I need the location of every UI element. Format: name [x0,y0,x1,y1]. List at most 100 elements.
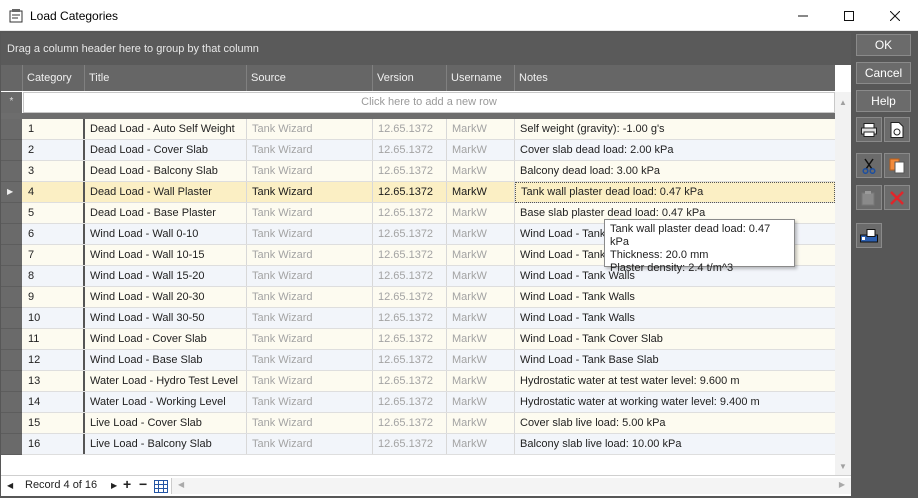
group-by-panel[interactable]: Drag a column header here to group by th… [1,33,851,65]
cell-username[interactable]: MarkW [447,434,515,454]
table-row[interactable]: 13 Water Load - Hydro Test Level Tank Wiza… [1,371,835,392]
cell-version[interactable]: 12.65.1372 [373,161,447,181]
table-row[interactable]: 14 Water Load - Working Level Tank Wizard 1… [1,392,835,413]
table-row[interactable]: 10 Wind Load - Wall 30-50 Tank Wizard 12.65… [1,308,835,329]
delete-button[interactable] [884,185,910,210]
prev-record-icon[interactable]: ◀ [7,481,13,490]
table-row[interactable]: 1 Dead Load - Auto Self Weight Tank Wizard… [1,119,835,140]
ok-button[interactable]: OK [856,34,911,56]
cell-version[interactable]: 12.65.1372 [373,140,447,160]
cell-username[interactable]: MarkW [447,224,515,244]
cell-version[interactable]: 12.65.1372 [373,434,447,454]
cell-category[interactable]: 9 [23,287,85,307]
cell-source[interactable]: Tank Wizard [247,434,373,454]
vertical-scrollbar[interactable]: ▲ ▼ [835,92,851,477]
cell-source[interactable]: Tank Wizard [247,119,373,139]
row-indicator[interactable] [1,203,22,224]
cell-version[interactable]: 12.65.1372 [373,308,447,328]
cell-version[interactable]: 12.65.1372 [373,287,447,307]
cell-title[interactable]: Dead Load - Wall Plaster [85,182,247,202]
maximize-button[interactable] [826,0,872,31]
cell-notes[interactable]: Balcony slab live load: 10.00 kPa [515,434,835,454]
cell-title[interactable]: Dead Load - Auto Self Weight [85,119,247,139]
table-row[interactable]: 16 Live Load - Balcony Slab Tank Wizard 12.… [1,434,835,455]
column-header-version[interactable]: Version [373,65,447,91]
cell-title[interactable]: Wind Load - Base Slab [85,350,247,370]
cell-category[interactable]: 11 [23,329,85,349]
column-header-username[interactable]: Username [447,65,515,91]
copy-button[interactable] [884,153,910,178]
cell-title[interactable]: Water Load - Hydro Test Level [85,371,247,391]
row-indicator[interactable] [1,371,22,392]
cell-category[interactable]: 1 [23,119,85,139]
row-indicator[interactable] [1,434,22,455]
cell-category[interactable]: 3 [23,161,85,181]
cell-source[interactable]: Tank Wizard [247,413,373,433]
table-row[interactable]: 11 Wind Load - Cover Slab Tank Wizard 12.65… [1,329,835,350]
cell-notes[interactable]: Wind Load - Tank Walls [515,308,835,328]
cell-source[interactable]: Tank Wizard [247,329,373,349]
new-row-prompt[interactable]: Click here to add a new row [23,92,835,113]
cell-notes[interactable]: Wind Load - Tank Base Slab [515,350,835,370]
cell-version[interactable]: 12.65.1372 [373,350,447,370]
cell-notes[interactable]: Wind Load - Tank Walls [515,287,835,307]
cell-title[interactable]: Wind Load - Wall 30-50 [85,308,247,328]
cell-title[interactable]: Wind Load - Wall 15-20 [85,266,247,286]
cell-notes[interactable]: Cover slab live load: 5.00 kPa [515,413,835,433]
column-header-title[interactable]: Title [85,65,247,91]
cell-title[interactable]: Water Load - Working Level [85,392,247,412]
print-button[interactable] [856,117,882,142]
paste-button[interactable] [856,185,882,210]
cell-category[interactable]: 16 [23,434,85,454]
cell-notes[interactable]: Tank wall plaster dead load: 0.47 kPa [515,182,835,203]
cell-source[interactable]: Tank Wizard [247,371,373,391]
cell-notes[interactable]: Hydrostatic water at working water level… [515,392,835,412]
cell-username[interactable]: MarkW [447,203,515,223]
cell-notes[interactable]: Self weight (gravity): -1.00 g's [515,119,835,139]
cell-source[interactable]: Tank Wizard [247,350,373,370]
remove-record-icon[interactable]: − [139,476,147,492]
cell-category[interactable]: 8 [23,266,85,286]
row-indicator[interactable] [1,224,22,245]
table-row[interactable]: 12 Wind Load - Base Slab Tank Wizard 12.65.… [1,350,835,371]
cell-version[interactable]: 12.65.1372 [373,182,447,202]
cell-version[interactable]: 12.65.1372 [373,203,447,223]
row-indicator[interactable] [1,287,22,308]
row-indicator[interactable] [1,140,22,161]
cell-version[interactable]: 12.65.1372 [373,392,447,412]
cell-source[interactable]: Tank Wizard [247,266,373,286]
scroll-right-icon[interactable]: ▶ [839,480,845,489]
table-row[interactable]: 2 Dead Load - Cover Slab Tank Wizard 12.65.… [1,140,835,161]
cell-category[interactable]: 12 [23,350,85,370]
table-row[interactable]: 15 Live Load - Cover Slab Tank Wizard 12.65… [1,413,835,434]
cell-category[interactable]: 4 [23,182,85,202]
table-row[interactable]: ▶ 4 Dead Load - Wall Plaster Tank Wizard 12.… [1,182,835,203]
import-button[interactable] [856,223,882,248]
cell-source[interactable]: Tank Wizard [247,203,373,223]
horizontal-scrollbar[interactable]: ◀ ▶ [171,478,851,494]
minimize-button[interactable] [780,0,826,31]
cell-title[interactable]: Dead Load - Balcony Slab [85,161,247,181]
cell-category[interactable]: 6 [23,224,85,244]
cell-title[interactable]: Wind Load - Wall 20-30 [85,287,247,307]
row-indicator[interactable] [1,308,22,329]
column-header-notes[interactable]: Notes [515,65,835,91]
cell-notes[interactable]: Balcony dead load: 3.00 kPa [515,161,835,181]
cell-username[interactable]: MarkW [447,350,515,370]
cell-username[interactable]: MarkW [447,308,515,328]
cell-category[interactable]: 14 [23,392,85,412]
cell-username[interactable]: MarkW [447,371,515,391]
cell-category[interactable]: 10 [23,308,85,328]
table-row[interactable]: 3 Dead Load - Balcony Slab Tank Wizard 12.6… [1,161,835,182]
cell-username[interactable]: MarkW [447,161,515,181]
cell-source[interactable]: Tank Wizard [247,224,373,244]
cell-version[interactable]: 12.65.1372 [373,224,447,244]
cell-title[interactable]: Wind Load - Wall 10-15 [85,245,247,265]
row-indicator[interactable] [1,266,22,287]
cell-source[interactable]: Tank Wizard [247,161,373,181]
cell-source[interactable]: Tank Wizard [247,392,373,412]
cell-version[interactable]: 12.65.1372 [373,371,447,391]
cell-category[interactable]: 5 [23,203,85,223]
cell-source[interactable]: Tank Wizard [247,245,373,265]
table-row[interactable]: 9 Wind Load - Wall 20-30 Tank Wizard 12.65.… [1,287,835,308]
